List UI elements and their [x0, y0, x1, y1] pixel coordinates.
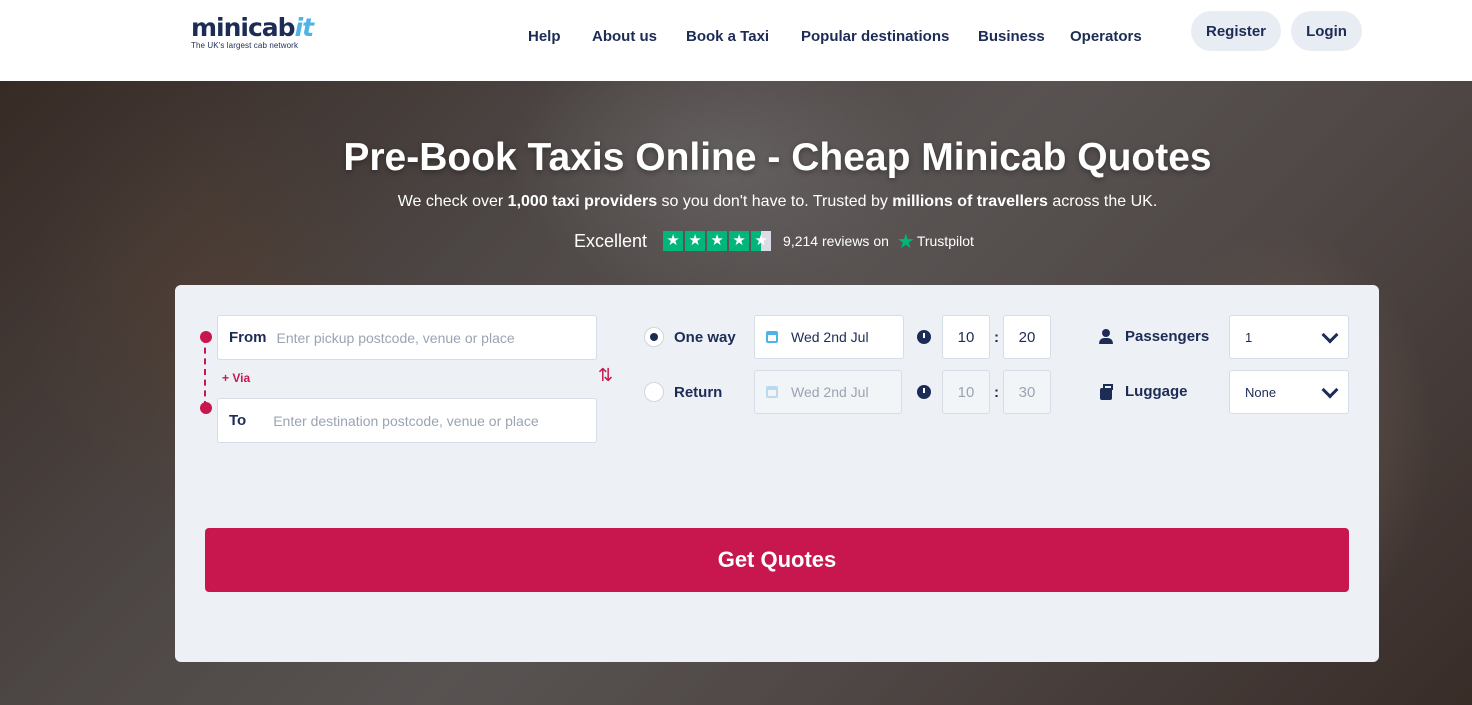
login-button[interactable]: Login: [1291, 11, 1362, 51]
booking-form: From + Via ⇅ To One way Return Wed 2nd J…: [175, 285, 1379, 662]
nav-operators[interactable]: Operators: [1070, 28, 1142, 45]
return-radio[interactable]: [644, 382, 664, 402]
trustpilot-review-count: 9,214 reviews on: [783, 233, 889, 249]
logo-wordmark: minicabit: [191, 13, 314, 42]
calendar-icon: [766, 331, 778, 343]
return-label[interactable]: Return: [674, 384, 722, 401]
luggage-select[interactable]: None: [1229, 370, 1349, 414]
star-icon: ★: [663, 231, 684, 251]
logo-tagline: The UK's largest cab network: [191, 41, 299, 50]
add-via-button[interactable]: + Via: [222, 371, 250, 385]
time-separator: :: [994, 329, 999, 346]
from-input[interactable]: [276, 329, 596, 346]
nav-about-us[interactable]: About us: [592, 28, 657, 45]
outbound-hour-select[interactable]: 10: [942, 315, 990, 359]
passengers-select[interactable]: 1: [1229, 315, 1349, 359]
star-icon: ★: [707, 231, 728, 251]
chevron-down-icon: [1321, 381, 1339, 399]
star-icon: ★: [685, 231, 706, 251]
minicabit-logo[interactable]: minicabit The UK's largest cab network: [191, 14, 321, 54]
outbound-date-value: Wed 2nd Jul: [791, 329, 869, 345]
route-line: [204, 337, 206, 407]
calendar-icon: [766, 386, 778, 398]
return-date-value: Wed 2nd Jul: [791, 384, 869, 400]
to-field[interactable]: To: [217, 398, 597, 443]
person-icon: [1099, 329, 1113, 344]
outbound-minute-select[interactable]: 20: [1003, 315, 1051, 359]
half-star-icon: ★: [751, 231, 772, 251]
return-date-picker[interactable]: Wed 2nd Jul: [754, 370, 902, 414]
return-hour-select[interactable]: 10: [942, 370, 990, 414]
outbound-date-picker[interactable]: Wed 2nd Jul: [754, 315, 904, 359]
chevron-down-icon: [1321, 326, 1339, 344]
nav-popular-destinations[interactable]: Popular destinations: [801, 28, 949, 45]
pickup-dot-icon: [200, 331, 212, 343]
return-minute-select[interactable]: 30: [1003, 370, 1051, 414]
nav-book-a-taxi[interactable]: Book a Taxi: [686, 28, 769, 45]
site-header: minicabit The UK's largest cab network H…: [0, 0, 1472, 81]
trustpilot-rating[interactable]: Excellent ★ ★ ★ ★ ★ 9,214 reviews on ★ Tr…: [574, 229, 974, 253]
page-title: Pre-Book Taxis Online - Cheap Minicab Qu…: [343, 136, 1212, 179]
clock-icon: [917, 330, 931, 344]
to-input[interactable]: [273, 412, 594, 429]
one-way-label[interactable]: One way: [674, 329, 736, 346]
nav-business[interactable]: Business: [978, 28, 1045, 45]
swap-locations-icon[interactable]: ⇅: [598, 365, 613, 386]
get-quotes-button[interactable]: Get Quotes: [205, 528, 1349, 592]
from-label: From: [229, 329, 267, 346]
register-button[interactable]: Register: [1191, 11, 1281, 51]
luggage-icon: [1100, 383, 1113, 400]
passengers-label: Passengers: [1099, 328, 1209, 345]
hero-subtitle: We check over 1,000 taxi providers so yo…: [397, 193, 1158, 210]
luggage-label: Luggage: [1100, 383, 1188, 400]
trustpilot-logo: ★ Trustpilot: [896, 230, 974, 253]
to-label: To: [229, 412, 247, 429]
trustpilot-star-icon: ★: [896, 230, 915, 253]
time-separator: :: [994, 384, 999, 401]
nav-help[interactable]: Help: [528, 28, 561, 45]
star-icon: ★: [729, 231, 750, 251]
clock-icon: [917, 385, 931, 399]
trustpilot-stars: ★ ★ ★ ★ ★: [663, 231, 772, 251]
destination-dot-icon: [200, 402, 212, 414]
trustpilot-rating-text: Excellent: [574, 230, 648, 251]
from-field[interactable]: From: [217, 315, 597, 360]
one-way-radio[interactable]: [644, 327, 664, 347]
